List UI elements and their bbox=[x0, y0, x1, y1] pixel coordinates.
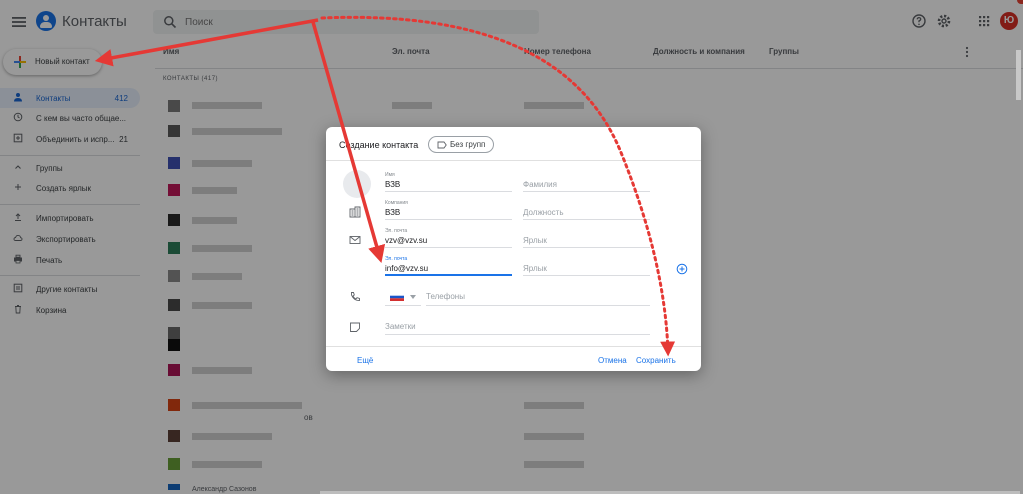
field-underline bbox=[523, 191, 650, 192]
notes-icon bbox=[350, 322, 360, 332]
email-field-2[interactable]: Эл. почта info@vzv.su bbox=[385, 256, 512, 276]
save-button[interactable]: Сохранить bbox=[636, 356, 676, 365]
create-contact-dialog: Создание контакта Без групп Имя ВЗВ Фами… bbox=[326, 127, 701, 371]
email-label-field-1[interactable]: Ярлык bbox=[523, 236, 547, 245]
company-field[interactable]: Компания ВЗВ bbox=[385, 200, 512, 220]
phone-icon bbox=[351, 292, 360, 301]
russia-flag-icon[interactable] bbox=[390, 293, 404, 301]
cancel-button[interactable]: Отмена bbox=[598, 356, 627, 365]
field-underline bbox=[385, 191, 512, 192]
label-icon bbox=[437, 141, 447, 149]
company-building-icon bbox=[349, 206, 361, 218]
field-underline bbox=[385, 219, 512, 220]
add-circle-icon[interactable] bbox=[676, 263, 688, 275]
dialog-header-divider bbox=[326, 160, 701, 161]
phone-field[interactable]: Телефоны bbox=[426, 292, 465, 301]
group-chip[interactable]: Без групп bbox=[428, 136, 494, 153]
field-label: Компания bbox=[385, 200, 408, 206]
last-name-field[interactable]: Фамилия bbox=[523, 180, 557, 189]
field-underline bbox=[385, 305, 421, 306]
notes-field[interactable]: Заметки bbox=[385, 322, 416, 331]
field-underline bbox=[523, 275, 650, 276]
contact-photo-placeholder[interactable] bbox=[343, 170, 371, 198]
more-button[interactable]: Ещё bbox=[357, 356, 373, 365]
field-underline bbox=[385, 274, 512, 276]
field-underline bbox=[385, 247, 512, 248]
field-value: ВЗВ bbox=[385, 208, 401, 217]
group-chip-label: Без групп bbox=[450, 140, 486, 149]
dropdown-arrow-icon[interactable] bbox=[410, 295, 416, 299]
field-label: Имя bbox=[385, 172, 395, 178]
field-label: Эл. почта bbox=[385, 256, 408, 262]
field-value: vzv@vzv.su bbox=[385, 236, 428, 245]
email-field-1[interactable]: Эл. почта vzv@vzv.su bbox=[385, 228, 512, 248]
field-underline bbox=[426, 305, 650, 306]
dialog-footer-divider bbox=[326, 346, 701, 347]
job-title-field[interactable]: Должность bbox=[523, 208, 564, 217]
first-name-field[interactable]: Имя ВЗВ bbox=[385, 172, 512, 192]
field-underline bbox=[385, 334, 650, 335]
scrollbar[interactable] bbox=[1016, 50, 1021, 100]
field-label: Эл. почта bbox=[385, 228, 408, 234]
dialog-title: Создание контакта bbox=[339, 140, 419, 150]
contacts-app: Контакты Ю Новый контакт Контакты bbox=[0, 0, 1023, 494]
email-label-field-2[interactable]: Ярлык bbox=[523, 264, 547, 273]
field-underline bbox=[523, 219, 650, 220]
field-underline bbox=[523, 247, 650, 248]
field-value: ВЗВ bbox=[385, 180, 401, 189]
mail-icon bbox=[349, 236, 361, 244]
field-value: info@vzv.su bbox=[385, 264, 429, 273]
